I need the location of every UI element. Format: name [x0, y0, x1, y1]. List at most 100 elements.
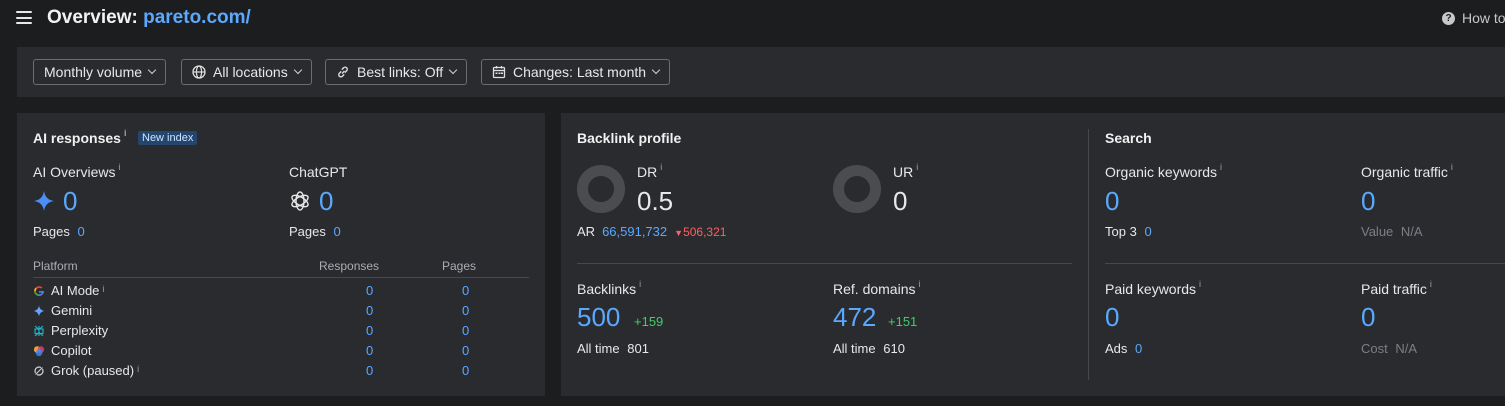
info-icon[interactable]: i [1199, 279, 1201, 289]
info-icon[interactable]: i [1430, 279, 1432, 289]
pages-label: Pages [33, 224, 70, 239]
backlinks-change: +159 [634, 314, 664, 329]
chevron-down-icon [293, 65, 302, 75]
help-icon: ? [1442, 11, 1455, 25]
backlinks-label: Backlinks i [577, 279, 641, 297]
grok-icon [33, 365, 45, 377]
help-link[interactable]: ? How to [1442, 10, 1505, 26]
paid-traffic-label: Paid traffic i [1361, 279, 1432, 297]
responses-value[interactable]: 0 [366, 363, 373, 378]
pages-value[interactable]: 0 [462, 283, 469, 298]
section-divider [577, 263, 1072, 264]
alltime-label: All time [833, 341, 876, 356]
pages-value[interactable]: 0 [334, 224, 341, 239]
table-header-responses[interactable]: Responses [319, 259, 379, 273]
column-divider [1088, 129, 1089, 380]
best-links-dropdown[interactable]: Best links: Off [325, 59, 468, 85]
paid-traffic-label-text: Paid traffic [1361, 281, 1427, 297]
dr-donut-chart [577, 165, 625, 213]
ar-change: ▼506,321 [674, 225, 726, 239]
alltime-value: 801 [627, 341, 649, 356]
ai-responses-title: AI responses i [33, 128, 127, 146]
organic-keywords-label: Organic keywords i [1105, 162, 1222, 180]
value-label: Value [1361, 224, 1394, 239]
paid-keywords-label: Paid keywords i [1105, 279, 1201, 297]
responses-value[interactable]: 0 [366, 323, 373, 338]
top3-value[interactable]: 0 [1144, 224, 1151, 239]
responses-value[interactable]: 0 [366, 343, 373, 358]
search-title: Search [1105, 130, 1152, 146]
ref-domains-change: +151 [888, 314, 918, 329]
ads-value[interactable]: 0 [1135, 341, 1142, 356]
info-icon[interactable]: i [916, 162, 918, 172]
section-divider [1105, 263, 1505, 264]
ai-overviews-pages: Pages 0 [33, 224, 85, 239]
ref-domains-value[interactable]: 472 [833, 302, 876, 333]
gemini-icon [33, 305, 45, 317]
pages-value[interactable]: 0 [462, 303, 469, 318]
copilot-icon [33, 345, 45, 357]
ar-change-value: 506,321 [683, 224, 727, 239]
ai-responses-title-text: AI responses [33, 130, 121, 146]
google-icon [33, 285, 45, 297]
new-index-badge: New index [138, 131, 198, 145]
help-label: How to [1462, 10, 1505, 26]
responses-value[interactable]: 0 [366, 303, 373, 318]
info-icon[interactable]: i [1220, 162, 1222, 172]
table-row: AI Mode i [33, 283, 104, 298]
ai-overviews-value[interactable]: 0 [63, 186, 77, 217]
organic-traffic-label-text: Organic traffic [1361, 164, 1448, 180]
ur-label: UR i [893, 162, 918, 180]
ads-label: Ads [1105, 341, 1128, 356]
info-icon[interactable]: i [124, 128, 127, 138]
calendar-icon [492, 66, 506, 79]
chatgpt-value[interactable]: 0 [319, 186, 333, 217]
info-icon[interactable]: i [918, 279, 920, 289]
info-icon[interactable]: i [137, 364, 139, 374]
dropdown-label: Monthly volume [44, 64, 143, 80]
dropdown-label: All locations [213, 64, 288, 80]
table-row: Gemini [33, 303, 92, 318]
ar-label: AR [577, 224, 596, 239]
info-icon[interactable]: i [102, 284, 104, 294]
chatgpt-icon [291, 191, 309, 211]
info-icon[interactable]: i [639, 279, 641, 289]
platform-name: Grok (paused) [51, 363, 135, 378]
changes-dropdown[interactable]: Changes: Last month [481, 59, 671, 85]
monthly-volume-dropdown[interactable]: Monthly volume [33, 59, 167, 85]
table-header-pages[interactable]: Pages [442, 259, 476, 273]
ur-value: 0 [893, 186, 908, 216]
organic-traffic-value-row: Value N/A [1361, 224, 1423, 239]
top3-label: Top 3 [1105, 224, 1137, 239]
organic-keywords-value[interactable]: 0 [1105, 186, 1119, 217]
title-url[interactable]: pareto.com/ [143, 7, 251, 28]
pages-value[interactable]: 0 [462, 343, 469, 358]
responses-value[interactable]: 0 [366, 283, 373, 298]
dr-label-text: DR [637, 164, 658, 180]
pages-value[interactable]: 0 [462, 323, 469, 338]
info-icon[interactable]: i [660, 162, 662, 172]
pages-value[interactable]: 0 [78, 224, 85, 239]
info-icon[interactable]: i [118, 162, 120, 172]
platform-name: Copilot [51, 343, 92, 358]
down-triangle-icon: ▼ [674, 227, 684, 238]
chevron-down-icon [651, 65, 661, 75]
locations-dropdown[interactable]: All locations [181, 59, 312, 85]
platform-name: Gemini [51, 303, 93, 318]
alltime-value: 610 [883, 341, 905, 356]
paid-keywords-label-text: Paid keywords [1105, 281, 1197, 297]
info-icon[interactable]: i [1451, 162, 1453, 172]
ar-value[interactable]: 66,591,732 [602, 224, 667, 239]
paid-traffic-value[interactable]: 0 [1361, 302, 1375, 333]
paid-keywords-value[interactable]: 0 [1105, 302, 1119, 333]
ai-overviews-label: AI Overviews i [33, 162, 120, 180]
paid-traffic-cost: Cost N/A [1361, 341, 1417, 356]
organic-traffic-value[interactable]: 0 [1361, 186, 1375, 217]
pages-value[interactable]: 0 [462, 363, 469, 378]
menu-icon[interactable] [16, 11, 32, 24]
cost-value: N/A [1395, 341, 1418, 356]
dropdown-label: Changes: Last month [513, 64, 647, 80]
backlinks-value[interactable]: 500 [577, 302, 620, 333]
alltime-label: All time [577, 341, 620, 356]
ar-row: AR 66,591,732 ▼506,321 [577, 224, 726, 239]
